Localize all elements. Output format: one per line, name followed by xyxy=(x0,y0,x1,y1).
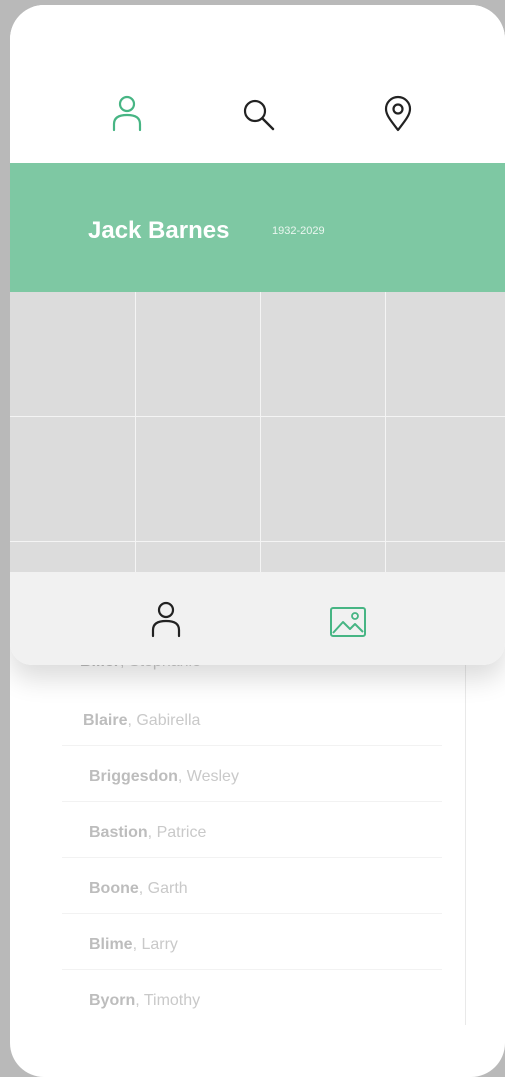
list-item-first-name: , Garth xyxy=(138,880,188,897)
list-item-first-name: , Wesley xyxy=(177,768,239,785)
list-item[interactable]: Blaire, Gabirella xyxy=(83,712,200,734)
list-item[interactable]: Bastion, Patrice xyxy=(89,824,206,846)
list-separator xyxy=(62,745,442,746)
profile-name: Jack Barnes xyxy=(88,217,230,244)
list-item-first-name: , Timothy xyxy=(135,992,201,1009)
person-icon[interactable] xyxy=(107,93,147,133)
grid-line xyxy=(260,292,261,572)
search-icon[interactable] xyxy=(239,95,279,135)
list-item[interactable]: Byorn, Timothy xyxy=(89,992,200,1014)
list-separator xyxy=(62,913,442,914)
list-separator xyxy=(62,801,442,802)
list-item-first-name: , Gabirella xyxy=(127,712,201,729)
grid-line xyxy=(385,292,386,572)
list-item-last-name: Byorn xyxy=(89,992,136,1009)
list-item[interactable]: Blime, Larry xyxy=(89,936,178,958)
list-item-first-name: , Larry xyxy=(132,936,178,953)
image-icon[interactable] xyxy=(328,602,368,642)
list-item-last-name: Boone xyxy=(89,880,139,897)
list-item-last-name: Bastion xyxy=(89,824,148,841)
grid-line xyxy=(10,416,505,417)
profile-years: 1932-2029 xyxy=(272,225,325,237)
list-separator xyxy=(62,969,442,970)
profile-banner xyxy=(10,163,505,292)
photo-grid xyxy=(10,292,505,572)
grid-line xyxy=(135,292,136,572)
bottom-tab-bar xyxy=(10,572,505,665)
profile-card: Jack Barnes 1932-2029 xyxy=(10,5,505,665)
list-item-last-name: Blime xyxy=(89,936,133,953)
list-item-last-name: Blaire xyxy=(83,712,128,729)
person-icon[interactable] xyxy=(146,599,186,639)
list-item-last-name: Briggesdon xyxy=(89,768,178,785)
phone-screen: Bliler, Stephanie Blaire, Gabirella Brig… xyxy=(10,5,505,1077)
list-item[interactable]: Briggesdon, Wesley xyxy=(89,768,239,790)
list-divider xyxy=(465,605,466,1025)
location-pin-icon[interactable] xyxy=(378,94,418,134)
top-nav-bar xyxy=(10,5,505,163)
grid-line xyxy=(10,541,505,542)
list-separator xyxy=(62,857,442,858)
list-item-first-name: , Patrice xyxy=(147,824,207,841)
list-item[interactable]: Boone, Garth xyxy=(89,880,188,902)
